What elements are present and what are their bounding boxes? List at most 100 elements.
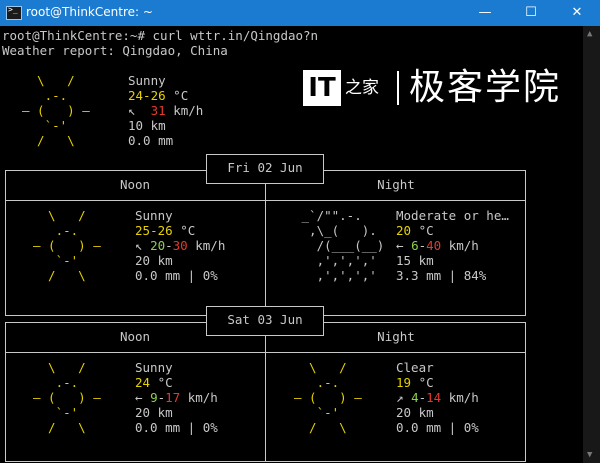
wind-high: 40 [426,238,442,253]
window-titlebar[interactable]: >_ root@ThinkCentre: ~ — ☐ ✕ [0,0,600,26]
day2-night-heading: Night [377,329,415,344]
rain-cloud-icon-line: ‚'‚'‚'‚' [294,268,385,283]
temp-unit: °C [418,375,434,390]
maximize-button[interactable]: ☐ [508,0,554,26]
current-icon-line: ― ( ) ― [22,103,90,118]
current-temp-value: 24-26 [128,88,166,103]
temp-low: 20 [396,223,412,238]
wind-sep: - [418,238,427,253]
sun-icon-line: .-. [33,375,101,390]
visibility-text: 20 km [135,253,173,268]
command-prompt: root@ThinkCentre:~# curl wttr.in/Qingdao… [2,28,319,43]
temp-unit: °C [157,375,173,390]
precipitation-text: 0.0 mm | 0% [396,420,479,435]
watermark-logo: IT 之家 极客学院 [303,66,573,112]
current-visibility: 10 km [128,118,166,133]
minimize-button[interactable]: — [462,0,508,26]
wind-low: 6 [411,238,419,253]
sun-icon-line: .-. [33,223,101,238]
temp-sep: - [150,223,158,238]
wind-arrow-icon: ↖ [135,238,143,253]
wind-sep: - [418,390,427,405]
current-icon-line: \ / [22,73,90,88]
current-wind-arrow-icon: ↖ [128,103,136,118]
window-title: root@ThinkCentre: ~ [26,5,153,19]
scroll-down-arrow-icon[interactable]: ▼ [587,450,592,460]
sun-icon-line: \ / [294,360,362,375]
temp-unit: °C [418,223,434,238]
wind-low: 9 [150,390,158,405]
day2-noon-heading: Noon [119,329,151,344]
wind-unit: km/h [448,238,479,253]
temperature-line: 19 °C [396,375,434,390]
condition-text: Clear [396,360,434,375]
current-precipitation: 0.0 mm [128,133,174,148]
wind-sep: - [157,390,166,405]
condition-text: Sunny [135,360,173,375]
rain-cloud-icon-line: _`/"".-. [294,208,377,223]
day1-night-heading: Night [377,177,415,192]
current-temp-unit: °C [173,88,189,103]
wind-unit: km/h [448,390,479,405]
visibility-text: 20 km [396,405,434,420]
current-icon-line: `-' [22,118,90,133]
close-button[interactable]: ✕ [554,0,600,26]
precipitation-text: 3.3 mm | 84% [396,268,487,283]
current-wind: ↖ 31 km/h [128,103,203,118]
sun-icon-line: `-' [33,405,101,420]
wind-low: 4 [411,390,419,405]
sun-icon-line: `-' [33,253,101,268]
sun-icon-line: ― ( ) ― [294,390,362,405]
wind-low: 20 [150,238,166,253]
current-icon-line: / \ [22,133,90,148]
current-wind-unit: km/h [173,103,204,118]
precipitation-text: 0.0 mm | 0% [135,420,218,435]
wind-arrow-icon: ← [135,390,143,405]
day1-noon-heading: Noon [119,177,151,192]
temp-low: 24 [135,375,151,390]
sun-icon-line: .-. [294,375,362,390]
report-header: Weather report: Qingdao, China [2,43,228,58]
temperature-line: 20 °C [396,223,434,238]
wind-sep: - [165,238,173,253]
vertical-scrollbar[interactable]: ▲ ▼ [583,26,600,463]
wind-arrow-icon: ↗ [396,390,404,405]
precipitation-text: 0.0 mm | 0% [135,268,218,283]
condition-text: Sunny [135,208,173,223]
current-condition: Sunny [128,73,166,88]
sun-icon-line: ― ( ) ― [33,238,101,253]
wind-line: ← 6-40 km/h [396,238,479,253]
wind-arrow-icon: ← [396,238,404,253]
temperature-line: 25-26 °C [135,223,195,238]
wind-line: ↖ 20-30 km/h [135,238,225,253]
rain-cloud-icon-line: /(___(__) [294,238,385,253]
wind-high: 30 [172,238,188,253]
scroll-up-arrow-icon[interactable]: ▲ [587,29,592,39]
condition-text: Moderate or he… [396,208,509,223]
terminal-output[interactable]: root@ThinkCentre:~# curl wttr.in/Qingdao… [0,26,583,463]
sun-icon-line: \ / [33,360,101,375]
sun-icon-line: / \ [294,420,362,435]
watermark-it-mark: IT [303,70,341,106]
wind-line: ← 9-17 km/h [135,390,218,405]
rain-cloud-icon-line: ‚'‚'‚'‚' [294,253,377,268]
sun-icon-line: \ / [33,208,101,223]
visibility-text: 20 km [135,405,173,420]
temp-low: 19 [396,375,412,390]
temp-unit: °C [180,223,196,238]
temperature-line: 24 °C [135,375,173,390]
wind-high: 14 [426,390,442,405]
wind-unit: km/h [195,238,226,253]
current-temperature: 24-26 °C [128,88,188,103]
visibility-text: 15 km [396,253,434,268]
sun-icon-line: / \ [33,420,101,435]
watermark-separator [397,71,399,105]
sun-icon-line: ― ( ) ― [33,390,101,405]
watermark-mark-char: 之家 [345,78,379,98]
temp-high: 26 [157,223,173,238]
terminal-app-icon: >_ [6,5,22,20]
watermark-brand: 极客学院 [409,67,562,108]
wind-line: ↗ 4-14 km/h [396,390,479,405]
rain-cloud-icon-line: ,\_( ). [294,223,385,238]
sun-icon-line: `-' [294,405,362,420]
